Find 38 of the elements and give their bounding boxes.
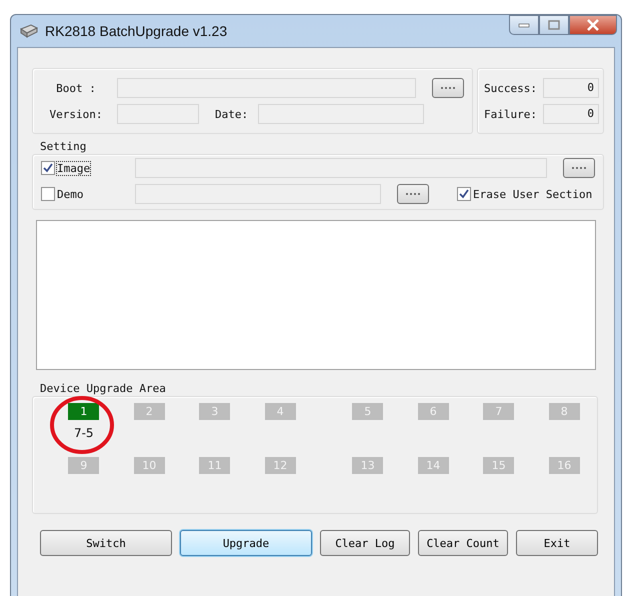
demo-checkbox[interactable]: Demo — [41, 187, 129, 201]
image-path-field[interactable] — [135, 158, 547, 178]
browse-button[interactable] — [397, 184, 429, 204]
action-button[interactable]: Clear Count — [418, 530, 508, 556]
field-label: Version: — [48, 108, 104, 120]
browse-button[interactable] — [563, 158, 595, 178]
browse-button[interactable] — [432, 78, 464, 98]
image-checkbox[interactable]: Image — [41, 161, 129, 175]
erase-checkbox[interactable]: Erase User Section — [457, 187, 592, 201]
device-status: 7-5 — [74, 426, 94, 440]
device-slot: 1 — [68, 403, 100, 420]
counter-label: Success: — [484, 82, 537, 94]
counter-field: 0 — [543, 104, 599, 124]
boot-field[interactable] — [117, 78, 416, 98]
field-label: Date: — [215, 108, 248, 120]
maximize-button[interactable] — [539, 15, 569, 35]
demo-path-field[interactable] — [135, 184, 381, 204]
counter-field: 0 — [543, 78, 599, 98]
app-icon — [19, 23, 39, 39]
window-title: RK2818 BatchUpgrade v1.23 — [45, 23, 228, 39]
maximize-icon — [548, 20, 560, 30]
ellipsis-icon — [570, 166, 588, 170]
ellipsis-icon — [439, 86, 458, 90]
field-label: Boot : — [55, 82, 97, 94]
action-button[interactable]: Upgrade — [180, 530, 312, 556]
group-title: Setting — [40, 140, 88, 154]
close-icon — [586, 19, 600, 31]
version-field[interactable] — [117, 104, 199, 124]
group-title: Device Upgrade Area — [40, 382, 167, 396]
minimize-button[interactable] — [509, 15, 539, 35]
minimize-icon — [518, 22, 530, 28]
action-button[interactable]: Clear Log — [320, 530, 410, 556]
ellipsis-icon — [404, 192, 422, 196]
action-button[interactable]: Exit — [516, 530, 598, 556]
action-button[interactable]: Switch — [40, 530, 172, 556]
counter-label: Failure: — [484, 108, 537, 120]
close-button[interactable] — [569, 15, 617, 35]
date-field[interactable] — [258, 104, 424, 124]
